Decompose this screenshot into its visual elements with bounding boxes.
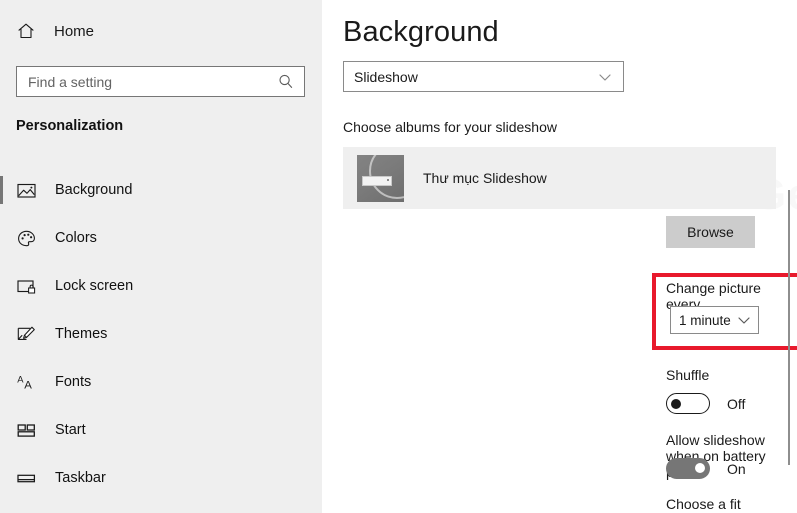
background-type-value: Slideshow (354, 68, 418, 85)
sidebar-home-label: Home (54, 22, 95, 40)
sidebar-item-label: Lock screen (55, 278, 134, 294)
sidebar-item-colors[interactable]: Colors (0, 214, 322, 262)
scrollbar-thumb[interactable] (788, 190, 790, 465)
scrollbar[interactable] (783, 0, 797, 513)
home-icon (16, 21, 36, 41)
album-list-item[interactable]: Thư mục Slideshow (343, 147, 776, 209)
toggle-knob (695, 463, 705, 473)
themes-brush-icon (16, 324, 37, 345)
thumbnail-dot (387, 178, 389, 181)
sidebar: Home Personalization (0, 0, 322, 513)
change-interval-value: 1 minute (679, 312, 731, 328)
sidebar-item-label: Fonts (55, 374, 92, 390)
shuffle-toggle-row: Off (666, 393, 745, 414)
sidebar-item-taskbar[interactable]: Taskbar (0, 454, 322, 502)
change-interval-dropdown[interactable]: 1 minute (670, 306, 759, 334)
chevron-down-icon (736, 312, 752, 328)
sidebar-home[interactable]: Home (0, 14, 94, 48)
svg-text:A: A (17, 373, 24, 384)
fonts-aa-icon: A A (16, 372, 37, 393)
album-thumbnail (357, 154, 404, 202)
search-input[interactable] (17, 67, 275, 96)
sidebar-item-background[interactable]: Background (0, 166, 322, 214)
sidebar-item-label: Colors (55, 230, 97, 246)
albums-label: Choose albums for your slideshow (343, 119, 557, 135)
sidebar-section-title: Personalization (16, 118, 124, 134)
choose-a-fit-label: Choose a fit (666, 496, 741, 512)
palette-icon (16, 228, 37, 249)
thumbnail-sliver (362, 175, 392, 186)
sidebar-item-label: Taskbar (55, 470, 106, 486)
search-box[interactable] (16, 66, 305, 97)
start-tiles-icon (16, 420, 37, 441)
settings-window: Home Personalization (0, 0, 797, 513)
battery-slideshow-state: On (727, 460, 746, 477)
selection-indicator (0, 176, 3, 204)
shuffle-toggle[interactable] (666, 393, 710, 414)
chevron-down-icon (597, 69, 613, 85)
toggle-knob (671, 398, 681, 409)
sidebar-item-fonts[interactable]: A A Fonts (0, 358, 322, 406)
picture-icon (16, 180, 37, 201)
page-title: Background (343, 16, 499, 48)
lock-screen-icon (16, 276, 37, 297)
sidebar-item-lock-screen[interactable]: Lock screen (0, 262, 322, 310)
sidebar-item-themes[interactable]: Themes (0, 310, 322, 358)
svg-text:A: A (24, 379, 32, 391)
background-type-dropdown[interactable]: Slideshow (343, 61, 624, 92)
sidebar-item-start[interactable]: Start (0, 406, 322, 454)
browse-button[interactable]: Browse (666, 216, 755, 248)
sidebar-nav: Background Colors Lock screen Themes A A… (0, 166, 322, 502)
battery-toggle-row: On (666, 458, 746, 479)
sidebar-item-label: Start (55, 422, 86, 438)
album-folder-name: Thư mục Slideshow (423, 170, 547, 186)
sidebar-item-label: Background (55, 182, 133, 198)
battery-slideshow-toggle[interactable] (666, 458, 710, 479)
shuffle-label: Shuffle (666, 367, 710, 383)
taskbar-icon (16, 468, 37, 489)
sidebar-item-label: Themes (55, 326, 108, 342)
shuffle-state: Off (727, 395, 746, 412)
main-content: Background Slideshow Choose albums for y… (322, 0, 797, 513)
search-icon[interactable] (275, 71, 297, 93)
